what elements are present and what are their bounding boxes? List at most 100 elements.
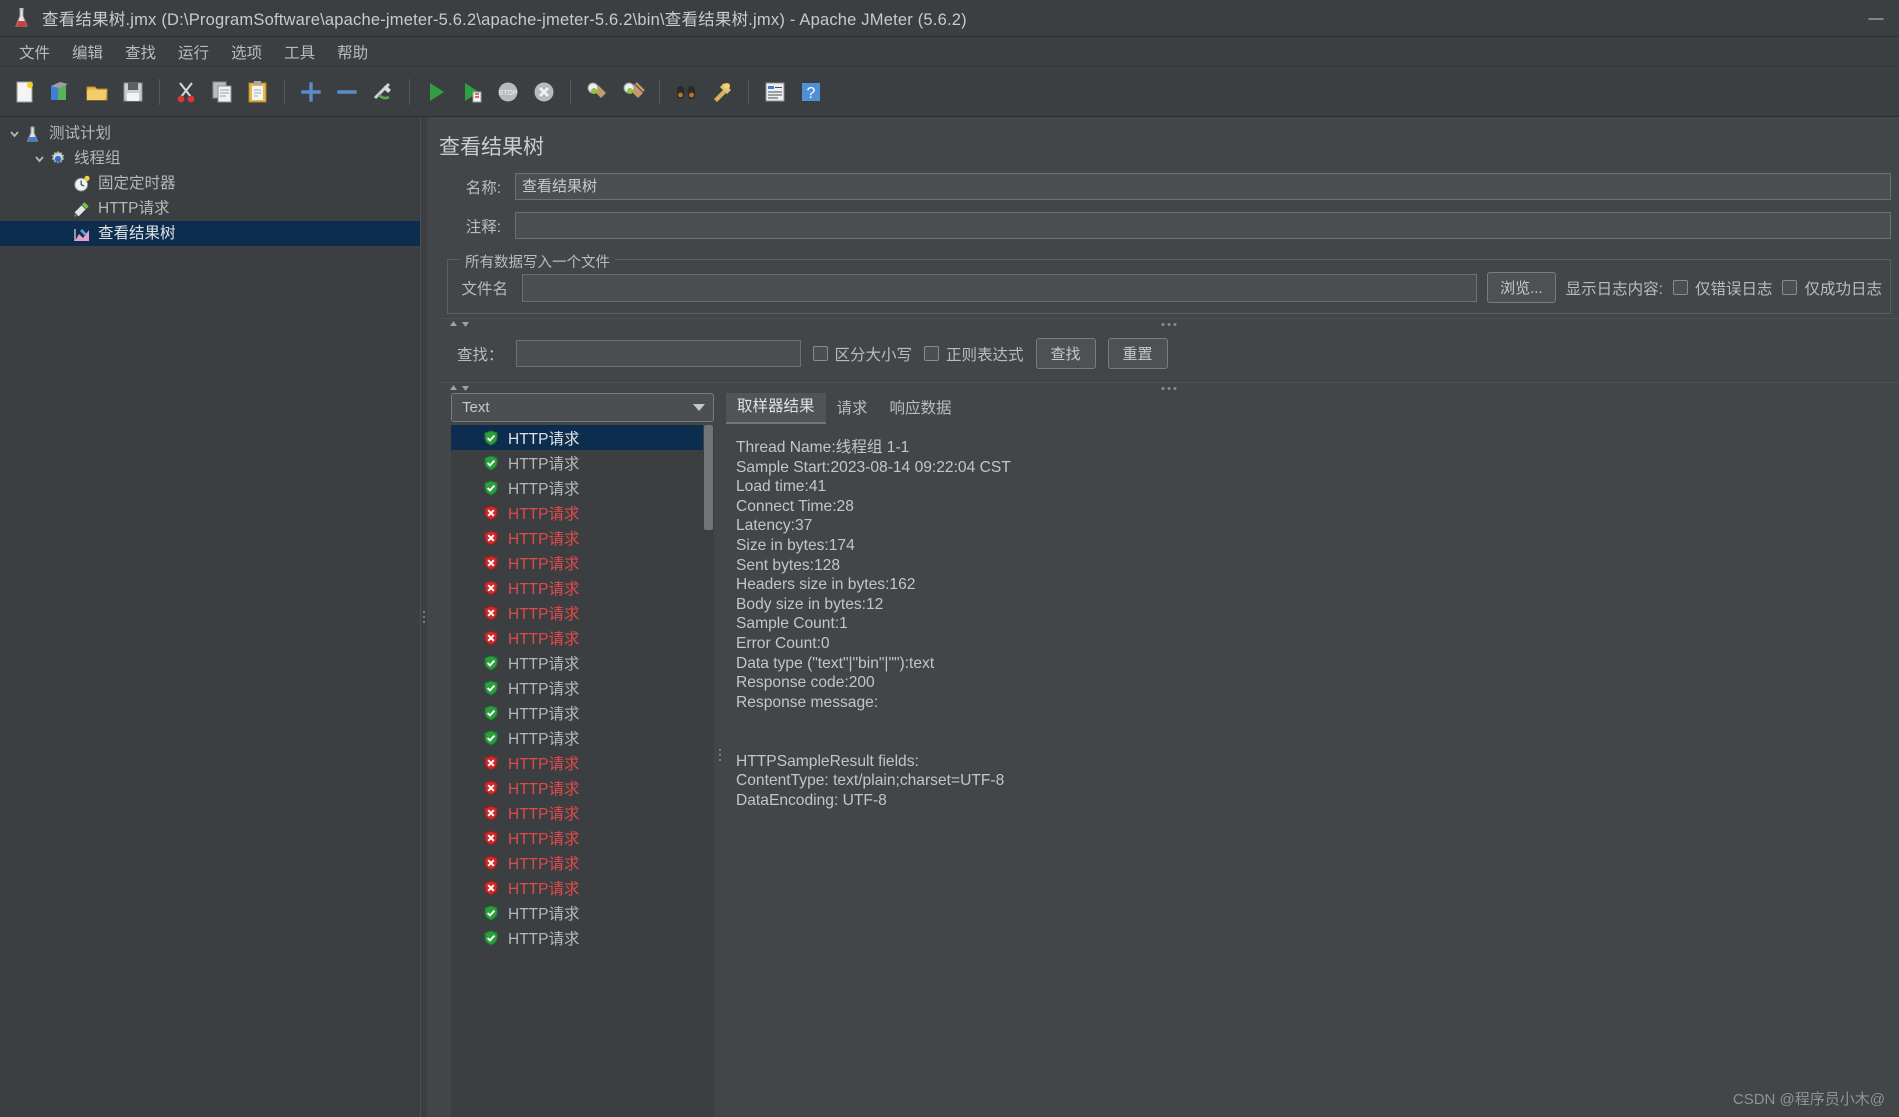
checkbox-box-icon[interactable] [924, 346, 940, 361]
menu-search[interactable]: 查找 [114, 38, 167, 66]
clear-find-icon[interactable] [705, 75, 739, 109]
binoculars-search-icon[interactable] [669, 75, 703, 109]
upper-splitter[interactable] [439, 318, 1899, 329]
sampler-list-item[interactable]: HTTP请求 [451, 500, 714, 525]
templates-icon[interactable] [44, 75, 78, 109]
tree-panel-splitter[interactable] [420, 117, 427, 1117]
comment-label: 注释: [465, 218, 501, 236]
test-plan-tree[interactable]: 测试计划 线程组 固定定时器 HTTP请求 查看结果树 [0, 117, 420, 1117]
sampler-list-item[interactable]: HTTP请求 [451, 900, 714, 925]
find-button[interactable]: 查找 [1035, 338, 1096, 369]
sampler-list-item[interactable]: HTTP请求 [451, 775, 714, 800]
sampler-result-list[interactable]: HTTP请求 HTTP请求 HTTP请求 HTTP请求 HTTP请求 HTTP请求 HTTP… [451, 425, 714, 1117]
view-results-tree-panel: 查看结果树 名称: 查看结果树 注释: 所有数据写入一个文件 文件名 浏览...… [427, 117, 1899, 1117]
splitter-arrows-icon[interactable] [449, 320, 470, 328]
sampler-list-item[interactable]: HTTP请求 [451, 700, 714, 725]
tree-node-test-plan[interactable]: 测试计划 [0, 121, 420, 146]
menu-run[interactable]: 运行 [167, 38, 220, 66]
run-no-timers-icon[interactable] [455, 75, 489, 109]
sampler-list-item[interactable]: HTTP请求 [451, 925, 714, 950]
minimize-button[interactable]: — [1853, 0, 1899, 37]
success-only-checkbox[interactable]: 仅成功日志 [1782, 277, 1882, 299]
result-error-shield-icon [483, 804, 499, 821]
sampler-list-item[interactable]: HTTP请求 [451, 750, 714, 775]
chevron-down-icon[interactable] [6, 126, 22, 142]
sampler-list-item[interactable]: HTTP请求 [451, 550, 714, 575]
sampler-list-item[interactable]: HTTP请求 [451, 425, 714, 450]
paste-clipboard-icon[interactable] [241, 75, 275, 109]
toggle-pencil-icon[interactable] [366, 75, 400, 109]
copy-icon[interactable] [205, 75, 239, 109]
tree-node-thread-group[interactable]: 线程组 [0, 146, 420, 171]
sampler-list-item[interactable]: HTTP请求 [451, 650, 714, 675]
sampler-list-item[interactable]: HTTP请求 [451, 825, 714, 850]
sampler-list-item[interactable]: HTTP请求 [451, 525, 714, 550]
chevron-down-icon[interactable] [693, 404, 705, 411]
comment-input[interactable] [515, 212, 1891, 239]
collapse-minus-icon[interactable] [330, 75, 364, 109]
name-input[interactable]: 查看结果树 [515, 173, 1891, 200]
stop-icon[interactable]: STOP [491, 75, 525, 109]
regex-checkbox[interactable]: 正则表达式 [924, 343, 1024, 365]
menu-tools[interactable]: 工具 [273, 38, 326, 66]
save-icon[interactable] [116, 75, 150, 109]
sampler-list-item-label: HTTP请求 [508, 830, 580, 848]
tree-node-http-request[interactable]: HTTP请求 [0, 196, 420, 221]
sampler-list-item[interactable]: HTTP请求 [451, 625, 714, 650]
sampler-list-item[interactable]: HTTP请求 [451, 475, 714, 500]
reset-button[interactable]: 重置 [1107, 338, 1168, 369]
new-file-icon[interactable] [8, 75, 42, 109]
sampler-list-item[interactable]: HTTP请求 [451, 850, 714, 875]
tree-node-label: 固定定时器 [98, 174, 176, 192]
expand-plus-icon[interactable] [294, 75, 328, 109]
clear-brush-icon[interactable] [580, 75, 614, 109]
sampler-list-scrollbar[interactable] [703, 425, 714, 1117]
case-sensitive-label: 区分大小写 [834, 346, 913, 364]
clear-all-brush-icon[interactable] [616, 75, 650, 109]
open-folder-icon[interactable] [80, 75, 114, 109]
sampler-list-item[interactable]: HTTP请求 [451, 675, 714, 700]
errors-only-checkbox[interactable]: 仅错误日志 [1672, 277, 1772, 299]
menu-help[interactable]: 帮助 [326, 38, 379, 66]
menu-options[interactable]: 选项 [220, 38, 273, 66]
filename-input[interactable] [522, 273, 1478, 302]
chevron-down-icon[interactable] [31, 151, 47, 167]
groupbox-title: 所有数据写入一个文件 [460, 251, 615, 272]
page-title: 查看结果树 [439, 136, 544, 159]
renderer-select[interactable]: Text [451, 393, 714, 422]
lower-splitter[interactable] [439, 382, 1899, 393]
result-error-shield-icon [483, 579, 499, 596]
view-results-tree-icon [73, 225, 91, 243]
function-helper-icon[interactable] [758, 75, 792, 109]
tree-node-view-results-tree[interactable]: 查看结果树 [0, 221, 420, 246]
tree-node-constant-timer[interactable]: 固定定时器 [0, 171, 420, 196]
sampler-list-item[interactable]: HTTP请求 [451, 450, 714, 475]
tab-sampler-result[interactable]: 取样器结果 [726, 389, 826, 424]
shutdown-icon[interactable] [527, 75, 561, 109]
case-sensitive-checkbox[interactable]: 区分大小写 [812, 343, 913, 365]
browse-button[interactable]: 浏览... [1487, 272, 1556, 303]
checkbox-box-icon[interactable] [1782, 280, 1798, 295]
name-label: 名称: [465, 179, 501, 197]
sampler-list-item[interactable]: HTTP请求 [451, 875, 714, 900]
run-play-icon[interactable] [419, 75, 453, 109]
checkbox-box-icon[interactable] [812, 346, 828, 361]
toolbar-separator [748, 78, 749, 105]
cut-scissors-icon[interactable] [169, 75, 203, 109]
sampler-list-item[interactable]: HTTP请求 [451, 575, 714, 600]
toolbar-separator [570, 78, 571, 105]
tab-request[interactable]: 请求 [826, 391, 879, 424]
sampler-list-item[interactable]: HTTP请求 [451, 800, 714, 825]
splitter-arrows-icon[interactable] [449, 384, 470, 392]
search-input[interactable] [515, 340, 801, 367]
scrollbar-thumb[interactable] [704, 425, 713, 530]
sampler-list-item[interactable]: HTTP请求 [451, 725, 714, 750]
results-splitter[interactable] [714, 393, 726, 1117]
sampler-list-item[interactable]: HTTP请求 [451, 600, 714, 625]
menu-edit[interactable]: 编辑 [61, 38, 114, 66]
checkbox-box-icon[interactable] [1672, 280, 1688, 295]
tab-response-data[interactable]: 响应数据 [879, 391, 963, 424]
menu-file[interactable]: 文件 [8, 38, 61, 66]
test-plan-flask-icon [24, 125, 42, 143]
help-question-icon[interactable]: ? [794, 75, 828, 109]
